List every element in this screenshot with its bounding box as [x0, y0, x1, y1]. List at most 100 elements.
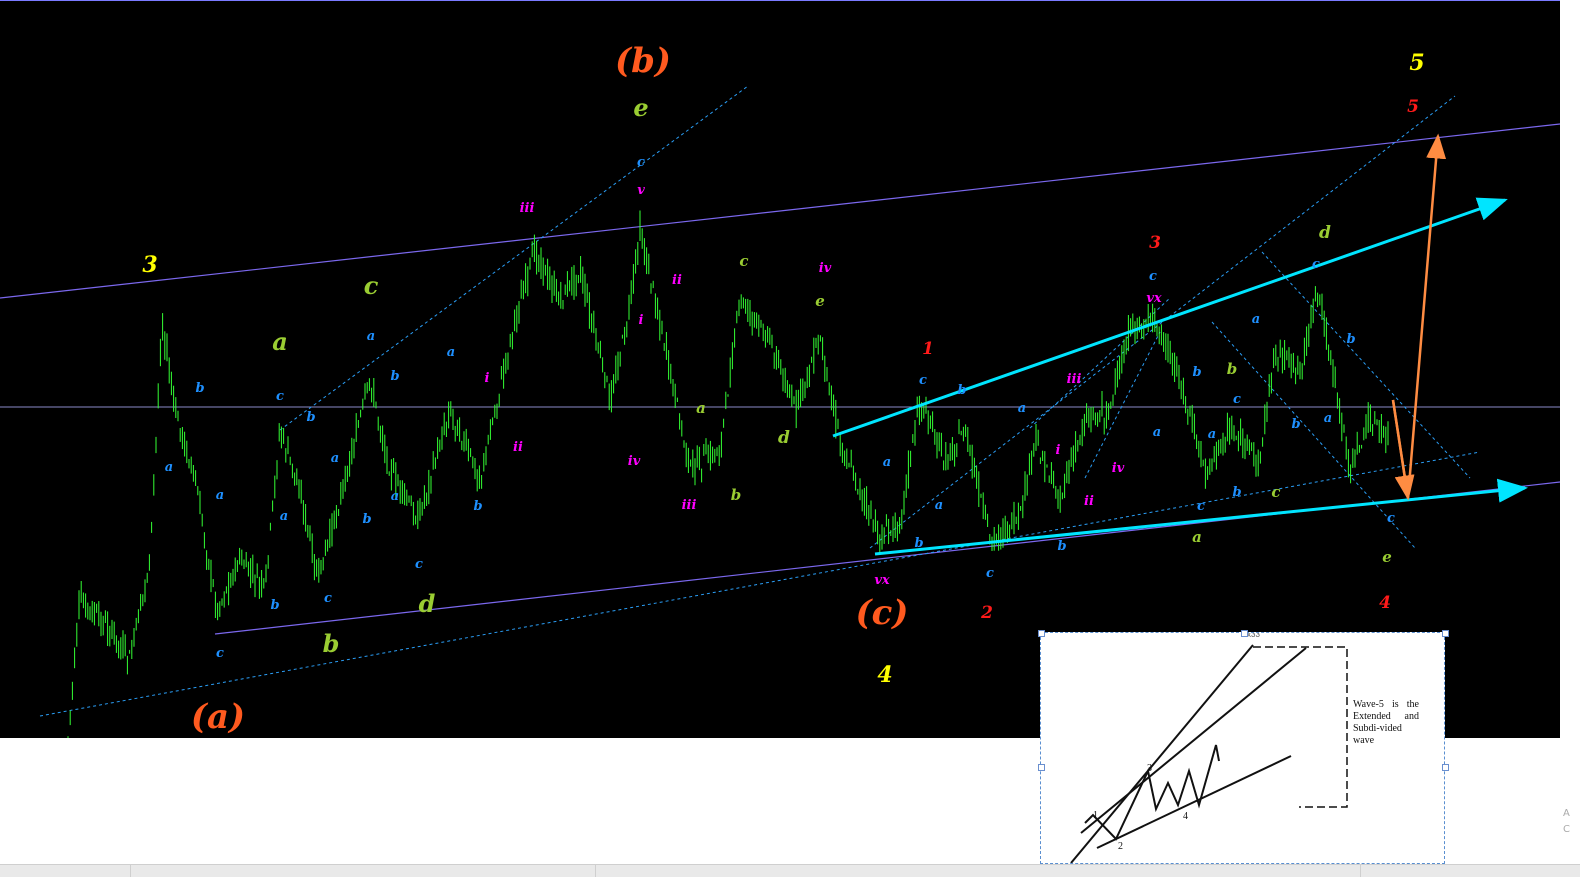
wave-label: c [637, 155, 645, 170]
wave-label: d [778, 428, 790, 448]
wave-label: b [390, 369, 399, 384]
dotted-trend-line [1084, 331, 1161, 479]
wave-label: b [914, 536, 923, 551]
wave-label: a [216, 488, 224, 503]
wave-label: 4 [1379, 593, 1391, 613]
selection-handle[interactable] [1038, 630, 1045, 637]
wave-label: a [331, 451, 339, 466]
inset-wave-path [1084, 744, 1220, 841]
wave-label: c [1271, 483, 1280, 501]
wave-label: c [364, 271, 379, 300]
wave-label: c [739, 252, 748, 270]
selection-handle[interactable] [1442, 764, 1449, 771]
wave-label: iii [682, 498, 697, 513]
wave-label: b [1291, 417, 1300, 432]
inset-top-label: x33 [1247, 633, 1260, 639]
inset-diagram: 1 2 3 4 x33 Wave-5 is the Extended and Subdi… [1040, 632, 1445, 864]
wave-label: a [367, 329, 375, 344]
strip-divider [130, 865, 131, 877]
edge-glyphs: A C [1563, 806, 1570, 838]
wave-label: (c) [856, 593, 909, 633]
selection-handle[interactable] [1442, 630, 1449, 637]
wave-label: c [1149, 269, 1157, 284]
inset-canvas: 1 2 3 4 x33 [1070, 633, 1348, 863]
chart-top-border [0, 0, 1560, 1]
wave-label: a [1252, 312, 1260, 327]
wave-label: 3 [1149, 233, 1161, 253]
selection-handle[interactable] [1241, 630, 1248, 637]
wave-label: d [1319, 223, 1331, 243]
projection-arrow-down [1391, 399, 1415, 501]
inset-upper-line [1080, 647, 1307, 834]
wave-label: b [731, 486, 742, 504]
strip-divider [595, 865, 596, 877]
wave-label: b [306, 410, 315, 425]
wave-label: b [270, 598, 279, 613]
wave-label: a [165, 460, 173, 475]
wave-label: 4 [877, 662, 892, 688]
wave-label: b [323, 629, 340, 658]
wave-label: 5 [1409, 50, 1424, 76]
wave-label: c [1387, 511, 1395, 526]
edge-glyph-c: C [1563, 824, 1570, 835]
wave-label: i [639, 313, 644, 328]
wave-label: c [324, 591, 332, 606]
wave-label: (a) [191, 697, 245, 737]
wave-label: iv [628, 454, 641, 469]
wave-label: a [1208, 427, 1216, 442]
wave-label: iv [1112, 461, 1125, 476]
wave-label: a [391, 489, 399, 504]
wave-label: b [1227, 360, 1238, 378]
wave-chart: (a) (b) (c) 3 4 5 a c e b d c e a d b b d c a e 1 2 3 4 5 iii v ii iv… [0, 0, 1560, 738]
inset-lower-line [1096, 755, 1292, 849]
wave-label: iv [819, 261, 832, 276]
wave-label: a [1192, 528, 1202, 546]
strip-divider [1360, 865, 1361, 877]
wave-label: e [815, 292, 825, 310]
wave-label: d [419, 589, 436, 618]
inset-note: Wave-5 is the Extended and Subdi-vided w… [1353, 699, 1419, 746]
wave-label: 2 [980, 603, 993, 623]
wave-label: b [362, 512, 371, 527]
wave-label: 3 [142, 252, 157, 278]
wave-label: a [1153, 425, 1161, 440]
wave-label: c [415, 557, 423, 572]
wave-label: c [216, 646, 224, 661]
wave-label: a [935, 498, 943, 513]
selection-handle[interactable] [1038, 764, 1045, 771]
wave-label: a [1018, 401, 1026, 416]
wave-label: vx [1146, 291, 1162, 306]
wave-label: 1 [922, 339, 934, 359]
wave-label: c [986, 566, 994, 581]
chart-canvas: (a)(b)(c)345acebdceadbbdcae12345iiiviiiv… [0, 41, 1560, 738]
right-margin [1560, 0, 1580, 864]
inset-bracket [1253, 646, 1348, 808]
wave-label: a [272, 327, 288, 356]
trend-overlays [832, 133, 1528, 556]
wave-label: c [919, 373, 927, 388]
wave-label: b [473, 499, 482, 514]
upper-trend-arrow [832, 197, 1508, 438]
overlay-lines [0, 85, 1560, 717]
edge-glyph-a: A [1563, 808, 1570, 819]
wave-label: 5 [1407, 97, 1419, 117]
wave-label: iii [1067, 372, 1082, 387]
inset-wave-number: 3 [1147, 763, 1152, 774]
wave-label: ii [672, 273, 682, 288]
wave-label: b [1192, 365, 1201, 380]
wave-label: b [195, 381, 204, 396]
wave-label: ii [1084, 494, 1094, 509]
wave-label: c [276, 389, 284, 404]
wave-label: c [1233, 392, 1241, 407]
wave-label: i [485, 371, 490, 386]
inset-wave-number: 2 [1118, 841, 1123, 852]
wave-label: iii [520, 201, 535, 216]
inset-steep-line [1070, 644, 1254, 863]
wave-label: b [1232, 485, 1241, 500]
wave-label: a [696, 399, 706, 417]
wave-label: a [280, 509, 288, 524]
inset-wave-number: 1 [1093, 810, 1098, 821]
wave-label: a [1324, 411, 1332, 426]
wave-label: b [957, 383, 966, 398]
wave-label: (b) [615, 41, 671, 81]
